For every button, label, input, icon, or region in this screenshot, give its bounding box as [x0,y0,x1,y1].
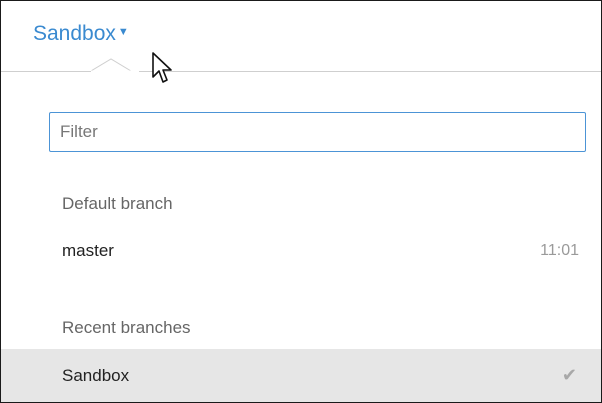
current-branch-label: Sandbox [33,22,116,45]
default-branch-heading: Default branch [62,194,173,213]
mouse-pointer-icon [151,51,173,90]
recent-branches-heading: Recent branches [62,318,191,337]
checkmark-icon: ✔ [561,365,577,385]
branch-item-sandbox[interactable]: Sandbox ✔ [1,349,601,402]
branch-name: Sandbox [62,365,130,385]
branch-name: master [62,241,114,260]
branch-timestamp: 11:01 [540,242,579,259]
caret-down-icon: ▼ [117,26,129,39]
branch-picker-window: Sandbox▼ Default branch master 11:01 Rec… [0,0,602,403]
branch-dropdown-toggle[interactable]: Sandbox ▼ [33,21,129,47]
branch-filter-input[interactable] [49,112,586,152]
branch-item-master[interactable]: master 11:01 [1,229,601,273]
